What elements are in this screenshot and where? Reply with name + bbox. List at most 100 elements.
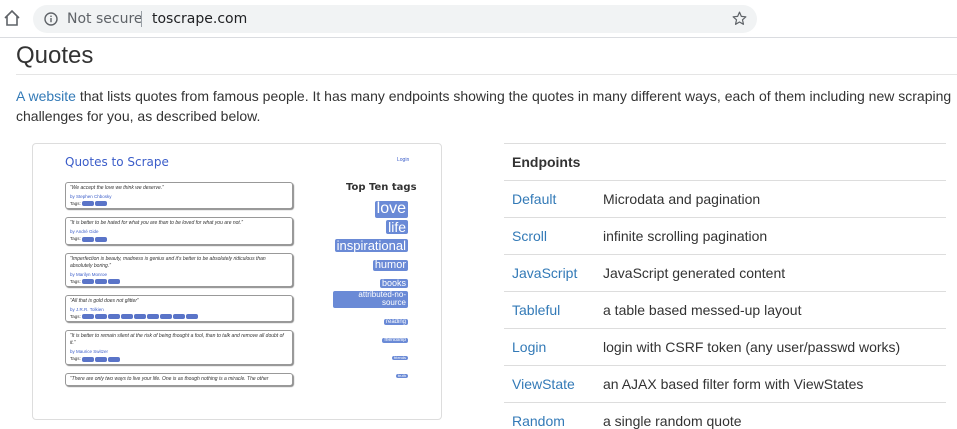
preview-quote-author: by André Gide [70, 229, 99, 235]
endpoint-name-cell: Scroll [504, 217, 595, 255]
endpoint-link-viewstate[interactable]: ViewState [512, 376, 575, 392]
preview-tag [186, 314, 199, 320]
preview-quote: “There are only two ways to live your li… [65, 372, 293, 386]
preview-tag [95, 236, 108, 242]
preview-quote-text: “Imperfection is beauty, madness is geni… [70, 255, 266, 269]
preview-cloud-tag: truth [395, 373, 408, 379]
preview-tag [95, 314, 108, 320]
preview-quote-tags: Tags: [70, 236, 288, 242]
endpoint-name-cell: JavaScript [504, 254, 595, 292]
preview-tag [134, 314, 147, 320]
security-label: Not secure [67, 11, 143, 27]
preview-tag [82, 201, 95, 207]
preview-tag [82, 356, 95, 362]
endpoint-name-cell: Tableful [504, 291, 595, 329]
preview-tag-cloud: love life inspirational humor books attribute… [333, 200, 408, 382]
preview-tag [108, 278, 121, 284]
preview-tag [147, 314, 160, 320]
preview-cloud-tag: inspirational [334, 237, 408, 253]
endpoint-name-cell: Random [504, 402, 595, 429]
quotes-preview-image[interactable]: Quotes to Scrape Login “We accept the lo… [32, 143, 442, 420]
preview-quote-text: “We accept the love we think we deserve.… [70, 185, 164, 191]
endpoint-name-cell: Default [504, 180, 595, 218]
preview-quote-author: by J.R.R. Tolkien [70, 306, 104, 312]
website-link[interactable]: A website [16, 88, 76, 104]
table-row: JavaScript JavaScript generated content [504, 254, 946, 292]
preview-quote-author: by Marilyn Monroe [70, 271, 108, 277]
preview-cloud-tag: humor [372, 258, 408, 272]
preview-tag [173, 314, 186, 320]
preview-tag [82, 236, 95, 242]
browser-toolbar: Not secure toscrape.com [0, 0, 957, 38]
preview-login: Login [397, 157, 410, 163]
preview-tag [160, 314, 173, 320]
preview-cloud-tag: love [374, 200, 408, 218]
endpoint-description: Microdata and pagination [595, 180, 946, 218]
endpoint-description: infinite scrolling pagination [595, 217, 946, 255]
preview-cloud-tag: life [386, 218, 408, 235]
preview-quote: “It is better to remain silent at the ri… [65, 330, 293, 365]
endpoint-description: an AJAX based filter form with ViewState… [595, 365, 946, 403]
endpoints-table: Endpoints Default Microdata and paginatio… [504, 143, 946, 429]
endpoint-link-random[interactable]: Random [512, 413, 565, 429]
page-title: Quotes [16, 42, 94, 69]
home-icon[interactable] [3, 9, 21, 27]
endpoint-description: login with CSRF token (any user/passwd w… [595, 328, 946, 366]
endpoint-description: a single random quote [595, 402, 946, 429]
endpoint-description: a table based messed-up layout [595, 291, 946, 329]
endpoints-header: Endpoints [504, 143, 946, 181]
preview-quote: “All that is gold does not glitter” by J.… [65, 294, 293, 323]
intro-paragraph: A website that lists quotes from famous … [16, 86, 957, 126]
preview-quote: “It is better to be hated for what you a… [65, 217, 293, 245]
table-row: Tableful a table based messed-up layout [504, 291, 946, 329]
preview-cloud-tag: books [379, 277, 408, 289]
table-row: Scroll infinite scrolling pagination [504, 217, 946, 255]
table-row: Random a single random quote [504, 402, 946, 429]
url-separator [141, 11, 142, 27]
url-text[interactable]: toscrape.com [152, 11, 247, 27]
preview-top-tags-title: Top Ten tags [346, 182, 417, 193]
intro-text: that lists quotes from famous people. It… [16, 88, 952, 124]
preview-quote-tags: Tags: [70, 201, 288, 207]
preview-tag [121, 314, 134, 320]
preview-cloud-tag: friends [391, 355, 408, 361]
table-row: ViewState an AJAX based filter form with … [504, 365, 946, 403]
table-header-row: Endpoints [504, 143, 946, 181]
endpoint-description: JavaScript generated content [595, 254, 946, 292]
preview-tag [95, 356, 108, 362]
title-divider [16, 74, 957, 75]
preview-cloud-tag: attributed-no-source [333, 290, 408, 308]
preview-tag [108, 314, 121, 320]
table-row: Login login with CSRF token (any user/pas… [504, 328, 946, 366]
endpoint-name-cell: Login [504, 328, 595, 366]
preview-quote-list: “We accept the love we think we deserve.… [65, 182, 293, 394]
preview-quote-text: “There are only two ways to live your li… [70, 375, 269, 382]
preview-quote-text: “It is better to be hated for what you a… [70, 220, 243, 227]
endpoint-link-javascript[interactable]: JavaScript [512, 265, 577, 281]
preview-quote-tags: Tags: [70, 279, 288, 284]
preview-quote: “Imperfection is beauty, madness is geni… [65, 252, 293, 287]
preview-tag [82, 314, 95, 320]
preview-tag [95, 278, 108, 284]
info-icon[interactable] [44, 12, 58, 26]
star-icon[interactable] [731, 10, 748, 27]
address-bar[interactable]: Not secure toscrape.com [33, 5, 757, 33]
table-row: Default Microdata and pagination [504, 180, 946, 218]
preview-quote-tags: Tags: [70, 314, 288, 320]
preview-quote: “We accept the love we think we deserve.… [65, 182, 293, 210]
preview-quote-author: by Maurice Switzer [70, 349, 109, 355]
preview-tag [95, 201, 108, 207]
preview-cloud-tag: reading [383, 319, 408, 326]
preview-quote-author: by Stephen Chbosky [70, 194, 112, 199]
preview-tag [108, 356, 121, 362]
preview-quote-text: “All that is gold does not glitter” [70, 297, 139, 304]
preview-cloud-tag: friendship [382, 337, 408, 344]
endpoint-link-scroll[interactable]: Scroll [512, 228, 547, 244]
endpoint-link-default[interactable]: Default [512, 191, 556, 207]
endpoints-body: Default Microdata and pagination Scroll inf… [504, 180, 946, 429]
endpoint-name-cell: ViewState [504, 365, 595, 403]
endpoint-link-login[interactable]: Login [512, 339, 546, 355]
endpoint-link-tableful[interactable]: Tableful [512, 302, 560, 318]
preview-quote-tags: Tags: [70, 356, 288, 362]
preview-brand: Quotes to Scrape [65, 155, 169, 169]
